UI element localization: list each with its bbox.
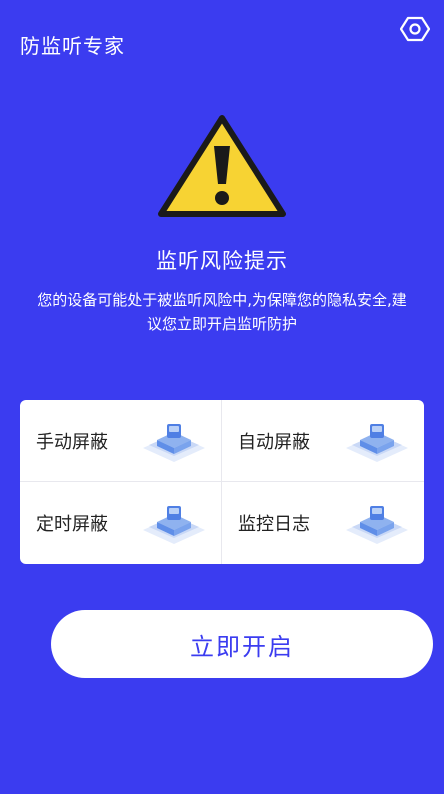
shield-device-icon: [346, 506, 408, 544]
settings-button[interactable]: [400, 14, 430, 44]
feature-label: 监控日志: [238, 514, 310, 535]
app-header: 防监听专家: [0, 0, 444, 80]
feature-label: 自动屏蔽: [238, 431, 310, 453]
start-button-label: 立即开启: [190, 632, 294, 661]
feature-label: 定时屏蔽: [36, 514, 108, 535]
settings-icon: [400, 16, 430, 42]
feature-auto-shield[interactable]: 自动屏蔽: [222, 400, 424, 482]
feature-label: 手动屏蔽: [36, 431, 108, 453]
feature-manual-shield[interactable]: 手动屏蔽: [20, 400, 222, 482]
warning-icon: [155, 112, 289, 220]
feature-timed-shield[interactable]: 定时屏蔽: [20, 482, 222, 564]
risk-title: 监听风险提示: [156, 249, 288, 273]
shield-device-icon: [143, 423, 205, 462]
risk-description: 您的设备可能处于被监听风险中,为保障您的隐私安全,建议您立即开启监听防护: [37, 291, 407, 333]
app-title: 防监听专家: [20, 34, 125, 58]
feature-grid: 手动屏蔽 自动屏蔽 定时屏蔽 监控日志: [20, 400, 424, 564]
feature-monitor-log[interactable]: 监控日志: [222, 482, 424, 564]
shield-device-icon: [143, 506, 205, 544]
shield-device-icon: [346, 423, 408, 462]
start-protection-button[interactable]: 立即开启: [51, 610, 433, 678]
